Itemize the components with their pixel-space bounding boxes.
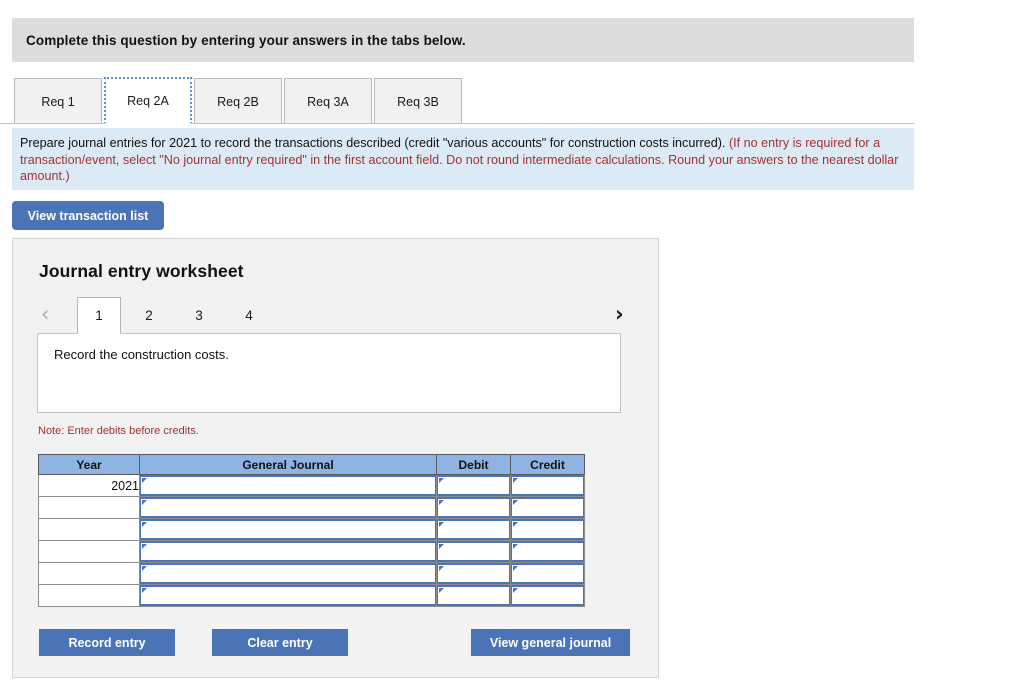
tab-req-3b-label: Req 3B	[397, 94, 439, 109]
pager-item-4-label: 4	[245, 308, 253, 323]
general-journal-cell[interactable]	[139, 474, 437, 497]
account-select-input[interactable]	[140, 563, 436, 584]
chevron-right-icon[interactable]: ›	[615, 300, 624, 328]
tab-req-1-label: Req 1	[41, 94, 75, 109]
question-instruction-text: Complete this question by entering your …	[26, 32, 466, 48]
pager-item-3-label: 3	[195, 308, 203, 323]
tab-req-2a[interactable]: Req 2A	[104, 77, 192, 124]
year-cell[interactable]	[38, 518, 140, 541]
credit-amount-input[interactable]	[511, 475, 584, 496]
debit-cell[interactable]	[436, 518, 511, 541]
chevron-left-icon[interactable]: ‹	[41, 300, 49, 328]
transaction-description-text: Record the construction costs.	[54, 347, 229, 362]
question-page: Complete this question by entering your …	[0, 0, 1024, 689]
requirement-tabs: Req 1 Req 2A Req 2B Req 3A Req 3B	[14, 76, 914, 124]
clear-entry-button[interactable]: Clear entry	[212, 629, 348, 656]
worksheet-pager: ‹ 1 2 3 4 ›	[37, 297, 637, 334]
debit-cell[interactable]	[436, 496, 511, 519]
table-row: 2021	[38, 474, 585, 497]
year-cell[interactable]	[38, 562, 140, 585]
year-cell[interactable]	[38, 496, 140, 519]
worksheet-title: Journal entry worksheet	[39, 261, 244, 281]
account-select-input[interactable]	[140, 585, 436, 606]
debits-before-credits-note: Note: Enter debits before credits.	[38, 425, 199, 437]
column-header-credit: Credit	[510, 454, 585, 475]
table-header-row: Year General Journal Debit Credit	[38, 454, 585, 475]
credit-cell[interactable]	[510, 496, 585, 519]
tab-req-3a[interactable]: Req 3A	[284, 78, 372, 124]
account-select-input[interactable]	[140, 497, 436, 518]
credit-cell[interactable]	[510, 518, 585, 541]
year-cell[interactable]	[38, 540, 140, 563]
general-journal-cell[interactable]	[139, 584, 437, 607]
journal-entry-table: Year General Journal Debit Credit 2021	[38, 454, 585, 607]
tab-req-2b[interactable]: Req 2B	[194, 78, 282, 124]
record-entry-button[interactable]: Record entry	[39, 629, 175, 656]
debit-cell[interactable]	[436, 584, 511, 607]
debit-amount-input[interactable]	[437, 563, 510, 584]
debit-amount-input[interactable]	[437, 475, 510, 496]
credit-amount-input[interactable]	[511, 563, 584, 584]
tab-req-3a-label: Req 3A	[307, 94, 349, 109]
journal-entry-worksheet-panel: Journal entry worksheet ‹ 1 2 3 4 › Reco…	[12, 238, 659, 678]
instructions-panel: Prepare journal entries for 2021 to reco…	[12, 128, 914, 190]
table-row	[38, 562, 585, 585]
year-cell[interactable]: 2021	[38, 474, 140, 497]
general-journal-cell[interactable]	[139, 518, 437, 541]
debit-amount-input[interactable]	[437, 497, 510, 518]
table-row	[38, 584, 585, 607]
pager-item-2[interactable]: 2	[127, 297, 171, 334]
account-select-input[interactable]	[140, 475, 436, 496]
column-header-year: Year	[38, 454, 140, 475]
credit-cell[interactable]	[510, 584, 585, 607]
pager-item-1[interactable]: 1	[77, 297, 121, 334]
column-header-general-journal: General Journal	[139, 454, 437, 475]
general-journal-cell[interactable]	[139, 540, 437, 563]
tab-req-3b[interactable]: Req 3B	[374, 78, 462, 124]
pager-item-2-label: 2	[145, 308, 153, 323]
table-row	[38, 540, 585, 563]
debit-cell[interactable]	[436, 562, 511, 585]
view-transaction-list-button[interactable]: View transaction list	[12, 201, 164, 230]
pager-item-1-label: 1	[95, 308, 103, 323]
credit-cell[interactable]	[510, 562, 585, 585]
transaction-description-box: Record the construction costs.	[37, 333, 621, 413]
credit-amount-input[interactable]	[511, 497, 584, 518]
general-journal-cell[interactable]	[139, 496, 437, 519]
instructions-black-text: Prepare journal entries for 2021 to reco…	[20, 136, 729, 150]
tab-req-1[interactable]: Req 1	[14, 78, 102, 124]
pager-item-4[interactable]: 4	[227, 297, 271, 334]
debit-cell[interactable]	[436, 540, 511, 563]
table-row	[38, 518, 585, 541]
debit-cell[interactable]	[436, 474, 511, 497]
table-row	[38, 496, 585, 519]
credit-cell[interactable]	[510, 540, 585, 563]
pager-item-3[interactable]: 3	[177, 297, 221, 334]
view-general-journal-button[interactable]: View general journal	[471, 629, 630, 656]
question-instruction-bar: Complete this question by entering your …	[12, 18, 914, 62]
tab-req-2b-label: Req 2B	[217, 94, 259, 109]
credit-amount-input[interactable]	[511, 585, 584, 606]
account-select-input[interactable]	[140, 519, 436, 540]
tab-req-2a-label: Req 2A	[127, 93, 169, 108]
general-journal-cell[interactable]	[139, 562, 437, 585]
column-header-debit: Debit	[436, 454, 511, 475]
year-cell[interactable]	[38, 584, 140, 607]
account-select-input[interactable]	[140, 541, 436, 562]
debit-amount-input[interactable]	[437, 519, 510, 540]
debit-amount-input[interactable]	[437, 585, 510, 606]
debit-amount-input[interactable]	[437, 541, 510, 562]
credit-cell[interactable]	[510, 474, 585, 497]
credit-amount-input[interactable]	[511, 519, 584, 540]
credit-amount-input[interactable]	[511, 541, 584, 562]
